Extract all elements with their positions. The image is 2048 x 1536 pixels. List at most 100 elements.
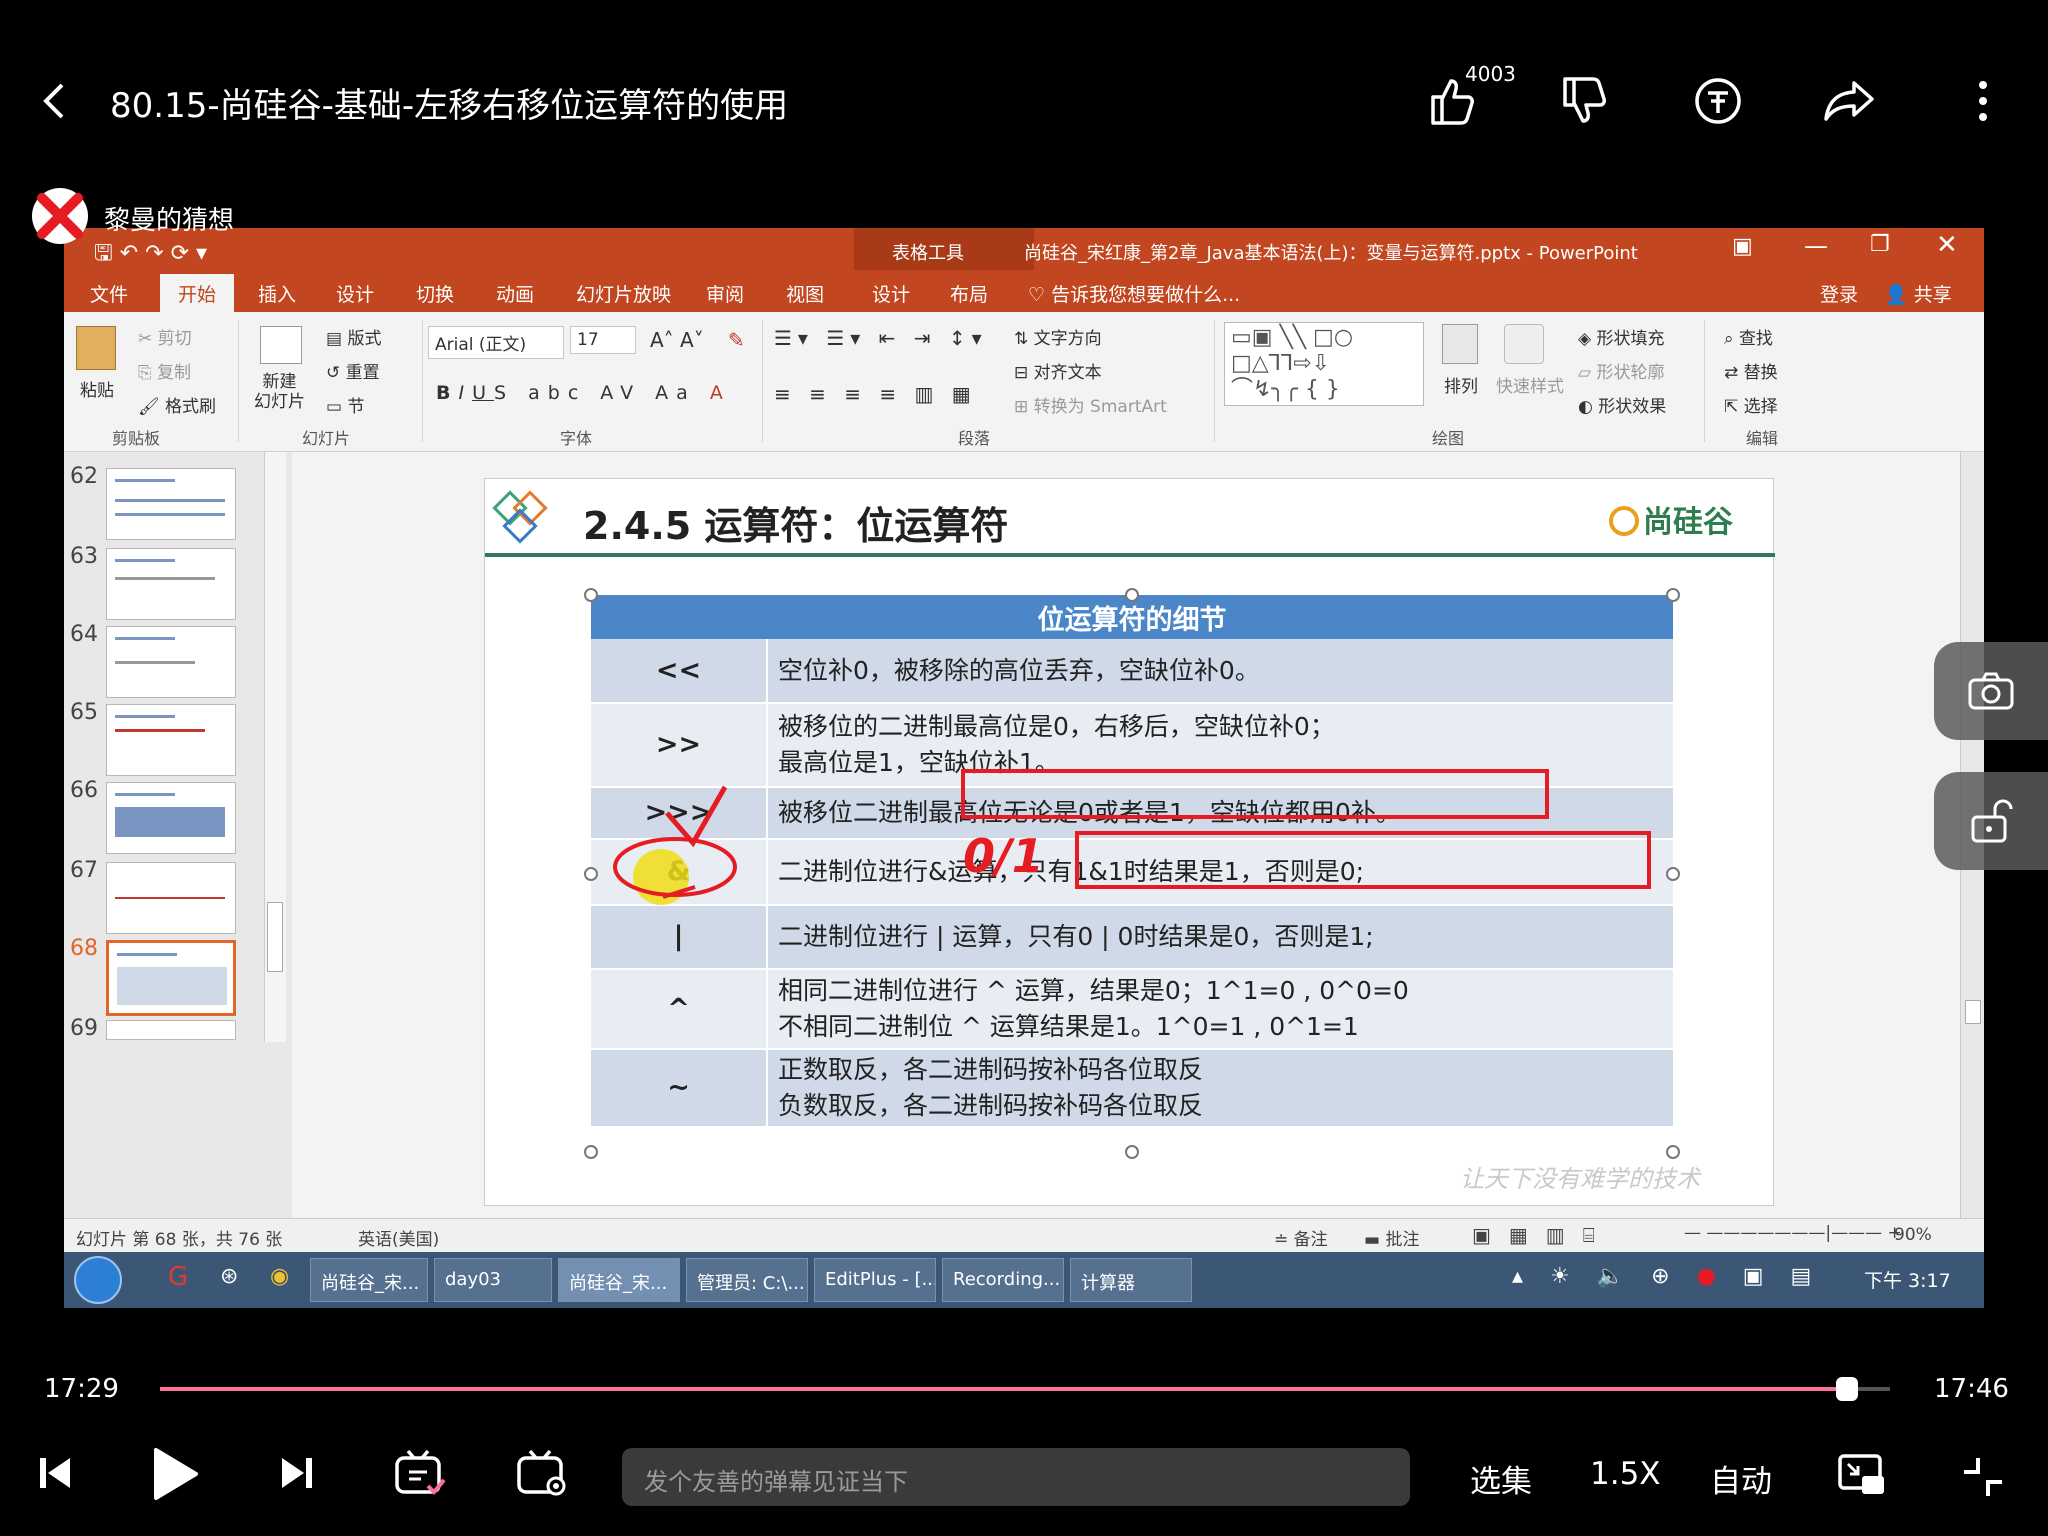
arrange-icon[interactable] <box>1442 324 1478 364</box>
cut-button[interactable]: ✂ 剪切 <box>138 324 192 349</box>
system-tray[interactable]: ▴ ☀ 🔈 ⊕ ● ▣ ▤ <box>1512 1264 1821 1289</box>
slide-thumbnail[interactable] <box>106 548 236 620</box>
share-link[interactable]: 👤 共享 <box>1884 280 1952 307</box>
taskbar-item-active[interactable]: 尚硅谷_宋... <box>558 1258 680 1302</box>
login-link[interactable]: 登录 <box>1820 280 1858 307</box>
slide-thumbnail[interactable] <box>106 704 236 776</box>
maximize-icon[interactable]: ❐ <box>1870 232 1890 257</box>
quick-styles-label[interactable]: 快速样式 <box>1496 372 1564 397</box>
chrome-icon[interactable]: ◉ <box>270 1264 289 1289</box>
play-button[interactable] <box>150 1446 200 1506</box>
font-name-select[interactable]: Arial (正文) <box>428 326 564 359</box>
tab-home[interactable]: 开始 <box>160 274 235 312</box>
slide-thumbnail[interactable] <box>106 626 236 698</box>
copy-button[interactable]: ⎘ 复制 <box>138 358 191 383</box>
episodes-button[interactable]: 选集 <box>1470 1456 1532 1501</box>
text-direction-button[interactable]: ⇅ 文字方向 <box>1014 324 1102 349</box>
layout-button[interactable]: ▤ 版式 <box>326 324 381 349</box>
font-size-select[interactable]: 17 <box>570 326 636 354</box>
comments-button[interactable]: ▬ 批注 <box>1364 1225 1419 1250</box>
progress-knob[interactable] <box>1836 1377 1858 1401</box>
format-painter-button[interactable]: 🖌 格式刷 <box>138 392 216 417</box>
taskbar-item[interactable]: 尚硅谷_宋... <box>310 1258 428 1302</box>
tab-table-design[interactable]: 设计 <box>872 280 910 307</box>
align-buttons[interactable]: ≡ ≡ ≡ ≡ ▥ ▦ <box>774 382 977 406</box>
taskbar-item[interactable]: Recording... <box>942 1258 1064 1302</box>
danmaku-input[interactable]: 发个友善的弹幕见证当下 <box>622 1448 1410 1506</box>
previous-button[interactable] <box>38 1454 72 1496</box>
shape-effects-button[interactable]: ◐ 形状效果 <box>1578 392 1666 417</box>
share-button[interactable] <box>1815 66 1885 136</box>
paste-icon[interactable] <box>76 326 116 370</box>
ribbon-display-icon[interactable]: ▣ <box>1732 234 1753 259</box>
uploader-name[interactable]: 黎曼的猜想 <box>104 200 234 237</box>
zoom-level[interactable]: 90% <box>1894 1225 1932 1245</box>
close-icon[interactable]: ✕ <box>1936 230 1958 260</box>
danmaku-toggle-button[interactable] <box>394 1448 446 1502</box>
taskbar-item[interactable]: 管理员: C:\... <box>686 1258 808 1302</box>
pip-button[interactable] <box>1838 1454 1886 1500</box>
grow-font-icon[interactable]: A˄ A˅ <box>650 328 704 352</box>
slide-thumbnail[interactable] <box>106 862 236 934</box>
section-button[interactable]: ▭ 节 <box>326 392 364 417</box>
select-button[interactable]: ⇱ 选择 <box>1724 392 1778 417</box>
list-buttons[interactable]: ☰▾ ☰▾ ⇤ ⇥ ↕▾ <box>774 326 988 350</box>
language-indicator[interactable]: 英语(美国) <box>358 1225 439 1250</box>
next-button[interactable] <box>280 1454 314 1496</box>
shapes-gallery[interactable]: ▭▣ ╲╲ □○ □△⅂⅂⇨⇩ ⌒↯╮╭ { } <box>1224 322 1424 406</box>
slide-thumbnail[interactable] <box>106 468 236 540</box>
taskbar-item[interactable]: EditPlus - [... <box>814 1258 936 1302</box>
tab-review[interactable]: 审阅 <box>706 280 744 307</box>
minimize-icon[interactable]: — <box>1804 232 1828 260</box>
notes-button[interactable]: ≐ 备注 <box>1274 1225 1328 1250</box>
tab-insert[interactable]: 插入 <box>258 280 296 307</box>
back-button[interactable] <box>20 66 90 136</box>
new-slide-icon[interactable] <box>260 326 302 364</box>
video-frame[interactable]: 🖫 ↶ ↷ ⟳ ▾ 表格工具 尚硅谷_宋红康_第2章_Java基本语法(上)：变… <box>64 228 1984 1308</box>
taskbar-item[interactable]: day03 <box>434 1258 552 1302</box>
lock-screen-button[interactable] <box>1934 772 2048 870</box>
view-buttons[interactable]: ▣▦▥⌸ <box>1472 1223 1613 1247</box>
paste-label[interactable]: 粘贴 <box>80 376 114 401</box>
quality-button[interactable]: 自动 <box>1710 1456 1772 1501</box>
app-icon[interactable]: ⊛ <box>220 1264 238 1289</box>
replace-button[interactable]: ⇄ 替换 <box>1724 358 1778 383</box>
screenshot-button[interactable] <box>1934 642 2048 740</box>
thumb-scrollbar[interactable] <box>264 452 286 1042</box>
quick-access-toolbar[interactable]: 🖫 ↶ ↷ ⟳ ▾ <box>94 236 207 274</box>
shape-fill-button[interactable]: ◈ 形状填充 <box>1578 324 1664 349</box>
find-button[interactable]: ⌕ 查找 <box>1724 324 1773 349</box>
tab-slideshow[interactable]: 幻灯片放映 <box>576 280 671 307</box>
uploader-avatar[interactable] <box>32 188 88 244</box>
app-icon[interactable]: G <box>168 1262 188 1292</box>
dislike-button[interactable] <box>1550 66 1620 136</box>
tab-table-layout[interactable]: 布局 <box>950 280 988 307</box>
font-style-buttons[interactable]: BIUS abc AV Aa A <box>436 382 731 404</box>
coin-button[interactable] <box>1683 66 1753 136</box>
more-button[interactable] <box>1948 66 2018 136</box>
smartart-button[interactable]: ⊞ 转换为 SmartArt <box>1014 392 1167 417</box>
align-text-button[interactable]: ⊟ 对齐文本 <box>1014 358 1102 383</box>
clear-format-icon[interactable]: ✎ <box>728 328 745 352</box>
shape-outline-button[interactable]: ▱ 形状轮廓 <box>1578 358 1664 383</box>
taskbar-item[interactable]: 计算器 <box>1070 1258 1192 1302</box>
tab-transitions[interactable]: 切换 <box>416 280 454 307</box>
tell-me-box[interactable]: ♡ 告诉我您想要做什么... <box>1028 280 1240 307</box>
arrange-label[interactable]: 排列 <box>1444 372 1478 397</box>
reset-button[interactable]: ↺ 重置 <box>326 358 380 383</box>
tab-design[interactable]: 设计 <box>336 280 374 307</box>
zoom-slider[interactable]: — ———————|——— + <box>1684 1223 1902 1243</box>
new-slide-label[interactable]: 新建 幻灯片 <box>254 372 305 412</box>
slide-thumbnail[interactable] <box>106 1020 236 1040</box>
danmaku-settings-button[interactable] <box>516 1448 568 1502</box>
tab-view[interactable]: 视图 <box>786 280 824 307</box>
start-button[interactable] <box>74 1256 122 1304</box>
slide-thumbnail[interactable] <box>106 782 236 854</box>
quick-styles-icon[interactable] <box>1504 324 1544 364</box>
tab-file[interactable]: 文件 <box>90 280 128 307</box>
exit-fullscreen-button[interactable] <box>1962 1456 2004 1502</box>
slide-canvas[interactable]: 2.4.5 运算符：位运算符 尚硅谷 位运算符的细节 << 空位补0，被移除的高位… <box>484 478 1775 1206</box>
tab-animations[interactable]: 动画 <box>496 280 534 307</box>
speed-button[interactable]: 1.5X <box>1590 1456 1661 1492</box>
slide-thumbnail-selected[interactable] <box>106 940 236 1016</box>
